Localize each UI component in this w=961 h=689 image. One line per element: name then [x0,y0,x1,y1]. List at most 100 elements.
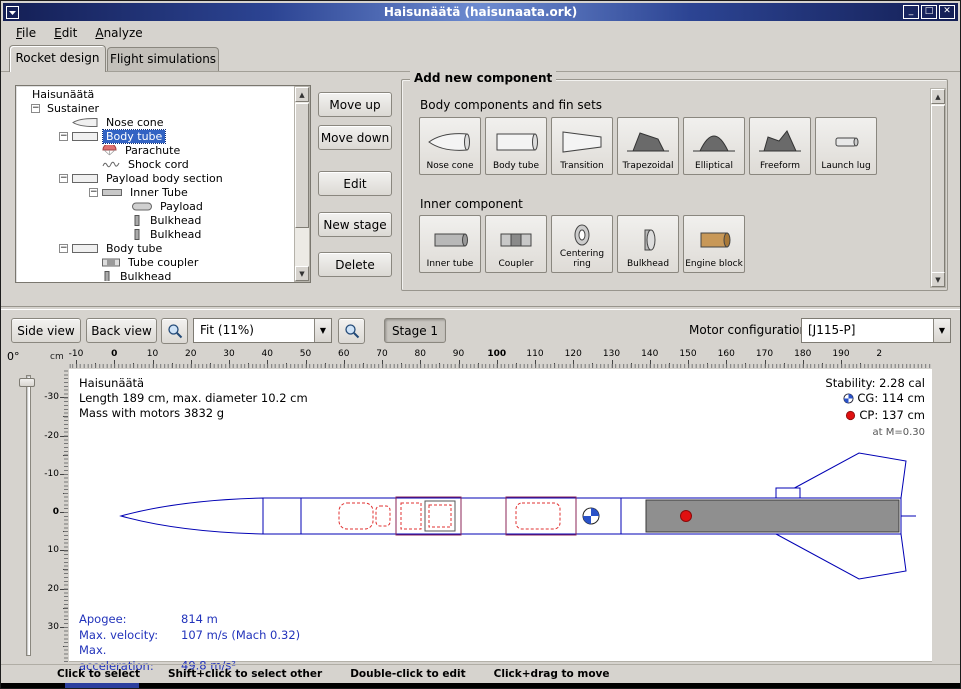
rocket-canvas[interactable]: Haisunäätä Length 189 cm, max. diameter … [69,369,932,662]
delete-button[interactable]: Delete [318,252,392,277]
nose-cone-shape[interactable] [121,498,263,534]
tree-row[interactable]: Parachute [17,143,293,157]
scroll-up-icon[interactable]: ▲ [931,89,945,104]
bulkhead-icon [625,219,671,260]
component-button-label: Engine block [685,260,743,270]
zoom-level-select[interactable]: Fit (11%) ▼ [193,318,332,343]
add-inner-tube-button[interactable]: Inner tube [419,215,481,273]
tree-row[interactable]: Nose cone [17,115,293,129]
scroll-down-icon[interactable]: ▼ [295,266,309,281]
add-coupler-button[interactable]: Coupler [485,215,547,273]
add-transition-button[interactable]: Transition [551,117,613,175]
side-view-button[interactable]: Side view [11,318,81,343]
tree-row[interactable]: −Body tube [17,241,293,255]
chevron-down-icon[interactable]: ▼ [933,319,950,342]
back-view-button[interactable]: Back view [86,318,157,343]
menu-analyze[interactable]: Analyze [86,23,151,43]
tree-row[interactable]: −Sustainer [17,101,293,115]
ruler-tick [210,363,211,368]
elliptical-icon [691,121,737,162]
add-trapezoidal-button[interactable]: Trapezoidal [617,117,679,175]
openrocket-window: Haisunäätä (haisunaata.ork) _□✕ FileEdit… [0,0,961,689]
title-bar[interactable]: Haisunäätä (haisunaata.ork) _□✕ [3,3,958,21]
edit-button[interactable]: Edit [318,171,392,196]
chevron-down-icon[interactable]: ▼ [314,319,331,342]
zoom-out-button[interactable] [338,318,365,344]
tree-row[interactable]: Payload [17,199,293,213]
tree-row[interactable]: Bulkhead [17,269,293,281]
move-down-button[interactable]: Move down [318,125,392,150]
tree-scrollbar[interactable]: ▲▼ [294,86,310,282]
body-components-label: Body components and fin sets [420,98,602,112]
tree-row[interactable]: −Inner Tube [17,185,293,199]
ruler-tick [631,363,632,368]
launch-lug-shape[interactable] [776,488,800,498]
ruler-tick [669,363,670,368]
ruler-tick [248,363,249,368]
tree-row[interactable]: −Payload body section [17,171,293,185]
tree-row[interactable]: Bulkhead [17,213,293,227]
tree-expander[interactable]: − [89,188,98,197]
ruler-tick [535,360,536,368]
mach-note: at M=0.30 [825,425,925,440]
maximize-button[interactable]: □ [921,5,937,19]
ruler-label: 140 [641,349,658,359]
ruler-tick [478,363,479,368]
tab-rocket-design[interactable]: Rocket design [9,45,106,72]
tab-flight-simulations[interactable]: Flight simulations [107,47,219,71]
ruler-tick [63,416,68,417]
tree-expander[interactable]: − [59,244,68,253]
bottom-strip-accent [65,683,139,689]
ruler-label: 20 [185,349,196,359]
ruler-tick [516,363,517,368]
add-bulkhead-button[interactable]: Bulkhead [617,215,679,273]
tree-expander[interactable]: − [59,174,68,183]
add-centering-ring-button[interactable]: Centering ring [551,215,613,273]
component-button-label: Launch lug [821,162,870,172]
tree-expander[interactable]: − [31,104,40,113]
menu-edit[interactable]: Edit [45,23,86,43]
close-button[interactable]: ✕ [939,5,955,19]
tree-row[interactable]: Haisunäätä [17,87,293,101]
add-elliptical-button[interactable]: Elliptical [683,117,745,175]
tree-row[interactable]: Bulkhead [17,227,293,241]
zoom-in-button[interactable] [161,318,188,344]
fin-bottom-shape[interactable] [776,534,906,579]
menu-file[interactable]: File [7,23,45,43]
stage-1-toggle[interactable]: Stage 1 [384,318,446,343]
rotation-slider-thumb[interactable] [19,378,35,387]
add-launch-lug-button[interactable]: Launch lug [815,117,877,175]
ruler-tick [325,363,326,368]
add-body-tube-button[interactable]: Body tube [485,117,547,175]
ruler-unit-label: cm [50,352,64,362]
scroll-down-icon[interactable]: ▼ [931,272,945,287]
ruler-tick [344,360,345,368]
motor-configuration-select[interactable]: [J115-P] ▼ [801,318,951,343]
add-component-scrollbar[interactable]: ▲▼ [930,88,946,288]
add-nose-cone-button[interactable]: Nose cone [419,117,481,175]
ruler-label: -10 [44,469,59,479]
ruler-label: 2 [876,349,882,359]
window-title: Haisunäätä (haisunaata.ork) [3,5,958,19]
body-tube-icon [72,243,98,254]
minimize-button[interactable]: _ [903,5,919,19]
tree-row[interactable]: Shock cord [17,157,293,171]
add-freeform-button[interactable]: Freeform [749,117,811,175]
ruler-tick [363,363,364,368]
move-up-button[interactable]: Move up [318,92,392,117]
scrollbar-thumb[interactable] [931,105,945,273]
ruler-tick [726,360,727,368]
new-stage-button[interactable]: New stage [318,212,392,237]
tree-row[interactable]: −Body tube [17,129,293,143]
tree-row[interactable]: Tube coupler [17,255,293,269]
scrollbar-thumb[interactable] [295,103,309,228]
add-engine-block-button[interactable]: Engine block [683,215,745,273]
scroll-up-icon[interactable]: ▲ [295,87,309,102]
ruler-tick [573,360,574,368]
ruler-tick [554,363,555,368]
split-divider[interactable] [1,306,961,310]
flight-stat-value: 814 m [181,612,218,626]
stability-value: Stability: 2.28 cal [825,376,925,391]
tree-expander[interactable]: − [59,132,68,141]
rotation-slider-track[interactable] [26,375,31,656]
